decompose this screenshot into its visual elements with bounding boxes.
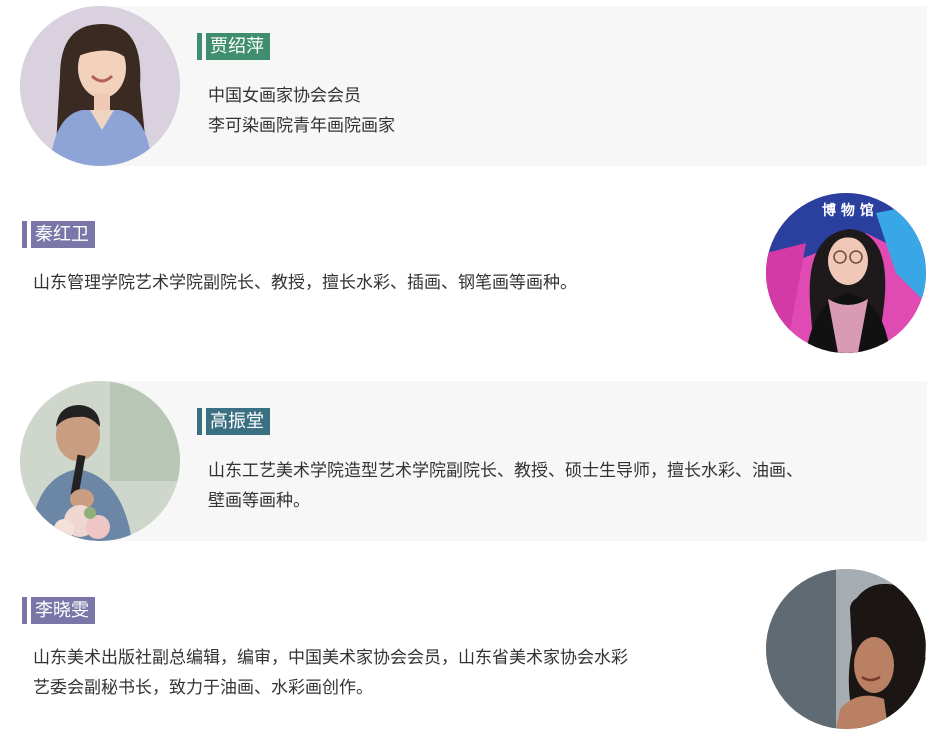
profile-photo-1 — [20, 6, 180, 166]
tag-accent-bar — [197, 33, 202, 60]
profile-photo-3 — [20, 381, 180, 541]
bio-line: 山东管理学院艺术学院副院长、教授，擅长水彩、插画、钢笔画等画种。 — [33, 273, 577, 293]
name-tag-1: 贾绍萍 — [197, 33, 270, 60]
svg-text:博 物 馆: 博 物 馆 — [822, 202, 874, 219]
bio-line: 中国女画家协会会员 — [208, 86, 361, 106]
artist-name: 高振堂 — [206, 408, 270, 435]
woman-museum-portrait-photo-icon: 博 物 馆 — [766, 193, 926, 353]
profile-photo-2: 博 物 馆 — [766, 193, 926, 353]
artist-bio-3: 山东工艺美术学院造型艺术学院副院长、教授、硕士生导师，擅长水彩、油画、 壁画等画… — [208, 456, 803, 516]
artist-bio-4: 山东美术出版社副总编辑，编审，中国美术家协会会员，山东省美术家协会水彩 艺委会副… — [33, 643, 628, 703]
name-tag-3: 高振堂 — [197, 408, 270, 435]
artist-name: 李晓雯 — [31, 597, 95, 624]
name-tag-4: 李晓雯 — [22, 597, 95, 624]
name-tag-2: 秦红卫 — [22, 221, 95, 248]
bio-line: 李可染画院青年画院画家 — [208, 116, 395, 136]
artist-bio-2: 山东管理学院艺术学院副院长、教授，擅长水彩、插画、钢笔画等画种。 — [33, 268, 577, 298]
artist-name: 贾绍萍 — [206, 33, 270, 60]
artist-profiles-page: 贾绍萍 中国女画家协会会员 李可染画院青年画院画家 秦红卫 山东管理学院艺术学院… — [0, 0, 939, 748]
man-speaking-microphone-photo-icon — [20, 381, 180, 541]
tag-accent-bar — [22, 221, 27, 248]
bio-line: 山东美术出版社副总编辑，编审，中国美术家协会会员，山东省美术家协会水彩 — [33, 648, 628, 668]
bio-line: 艺委会副秘书长，致力于油画、水彩画创作。 — [33, 678, 373, 698]
artist-bio-1: 中国女画家协会会员 李可染画院青年画院画家 — [208, 81, 395, 141]
woman-curly-hair-photo-icon — [766, 569, 926, 729]
bio-line: 山东工艺美术学院造型艺术学院副院长、教授、硕士生导师，擅长水彩、油画、 — [208, 461, 803, 481]
tag-accent-bar — [22, 597, 27, 624]
woman-portrait-photo-icon — [20, 6, 180, 166]
profile-photo-4 — [766, 569, 926, 729]
tag-accent-bar — [197, 408, 202, 435]
artist-name: 秦红卫 — [31, 221, 95, 248]
bio-line: 壁画等画种。 — [208, 491, 310, 511]
